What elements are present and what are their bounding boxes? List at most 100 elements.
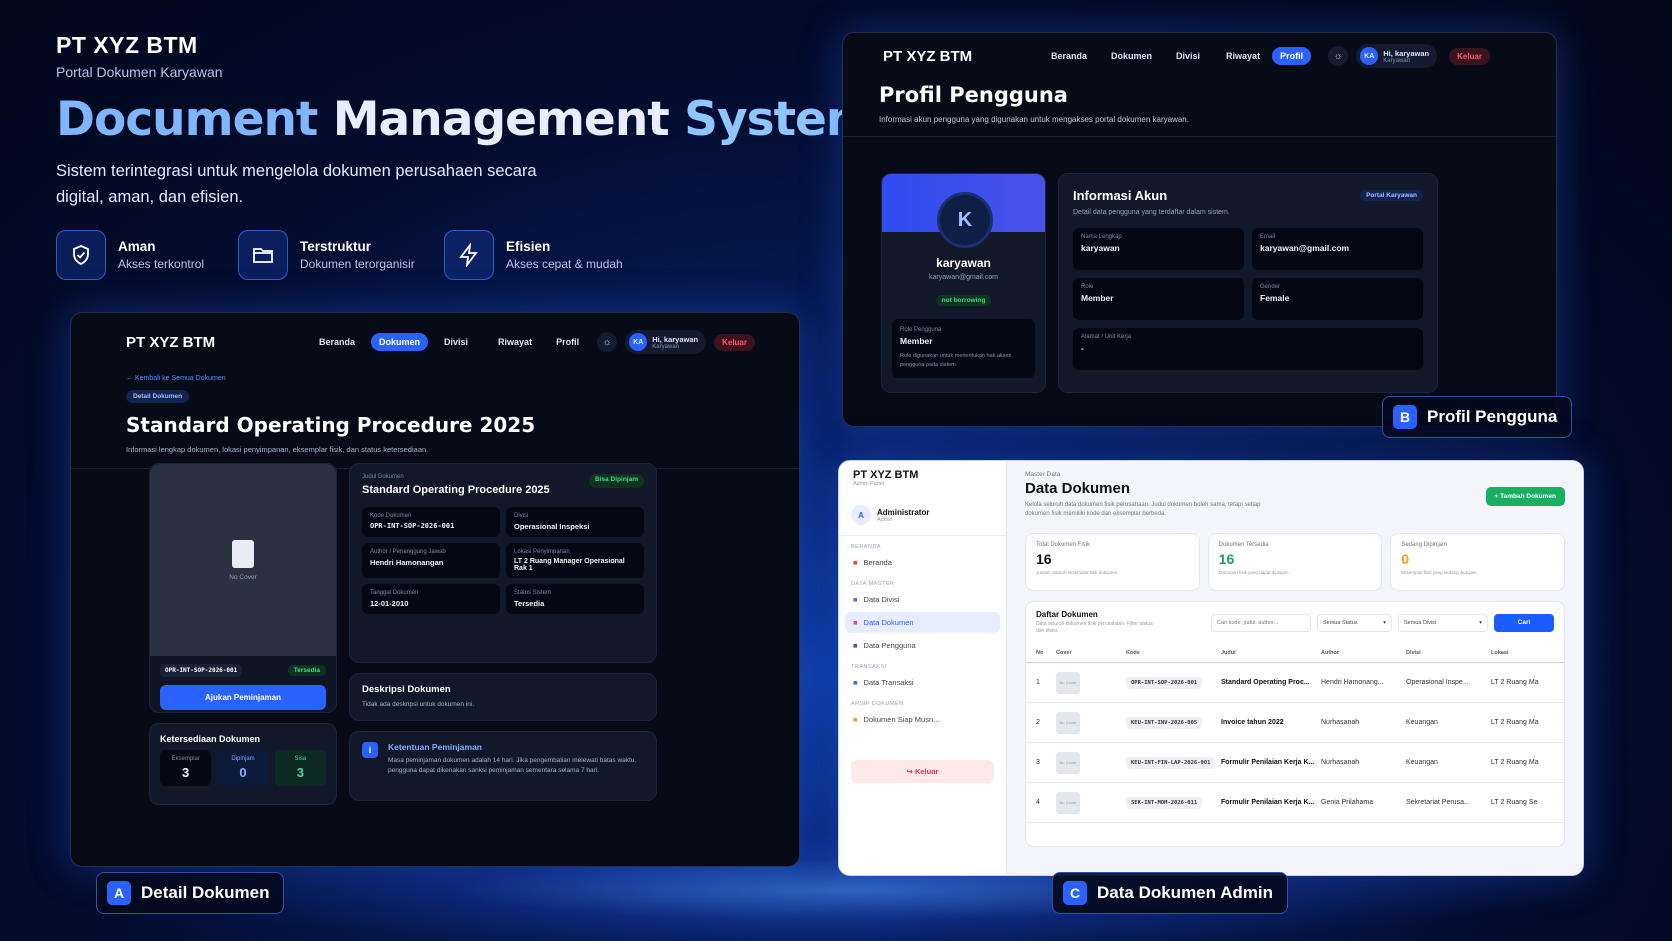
label-b: B Profil Pengguna (1382, 396, 1573, 438)
user-chip[interactable]: KA Hi, karyawan Karyawan (625, 330, 707, 354)
label-c: C Data Dokumen Admin (1052, 872, 1289, 914)
nav-beranda[interactable]: Beranda (1043, 47, 1095, 65)
table-row[interactable]: 2 No Cover KEU-INT-INV-2026-005 Invoice tah… (1026, 703, 1564, 743)
document-code: OPR-INT-SOP-2026-001 (160, 664, 243, 677)
nav-divisi[interactable]: Divisi (436, 333, 476, 351)
cover-card: No Cover OPR-INT-SOP-2026-001 Tersedia A… (149, 463, 337, 713)
user-chip[interactable]: KA Hi, karyawan Karyawan (1356, 44, 1438, 68)
page-subtitle: Informasi lengkap dokumen, lokasi penyim… (126, 445, 429, 454)
brand-name: PT XYZ BTM (56, 32, 198, 58)
field-tanggal: Tanggal Dokumen 12-01-2010 (362, 584, 500, 614)
nav-dokumen[interactable]: Dokumen (371, 333, 429, 351)
logo: PT XYZ BTM (883, 47, 973, 65)
lightning-icon (444, 230, 494, 280)
sidebar-item-data-dokumen[interactable]: ■ Data Dokumen (845, 612, 1000, 633)
field-kode: Kode Dokumen OPR-INT-SOP-2026-001 (362, 507, 500, 537)
role-box: Role Pengguna Member Role digunakan untu… (892, 319, 1035, 378)
top-nav: PT XYZ BTM Beranda Dokumen Divisi Riwaya… (843, 33, 1556, 79)
table-row[interactable]: 3 No Cover KEU-INT-FIN-LAP-2026-001 Formuli… (1026, 743, 1564, 783)
portal-badge: Portal Karyawan (1360, 190, 1423, 201)
folder-icon (238, 230, 288, 280)
theme-icon[interactable]: ☼ (597, 332, 618, 352)
info-icon: i (362, 742, 378, 758)
section-title: Informasi Akun (1073, 188, 1168, 203)
stat-tersedia: Dokumen Tersedia 16 Dokumen fisik yang dap… (1207, 533, 1383, 591)
field-status: Status Sistem Tersedia (506, 584, 644, 614)
admin-sidebar: PT XYZ BTM Admin Panel A Administrator Adm… (839, 461, 1007, 875)
feature-subtitle: Akses cepat & mudah (506, 257, 623, 271)
sidebar-item-beranda[interactable]: ■ Beranda (845, 552, 1000, 573)
search-input[interactable] (1211, 613, 1311, 632)
stat-dipinjam: Sedang Dipinjam 0 Eksemplar fisik yang sed… (1390, 533, 1566, 591)
add-document-button[interactable]: + Tambah Dokumen (1485, 487, 1565, 506)
sidebar-item-data-pengguna[interactable]: ■ Data Pengguna (845, 635, 1000, 656)
admin-main: Master Data Data Dokumen Kelola seluruh … (1025, 471, 1566, 847)
screen-profil-pengguna: PT XYZ BTM Beranda Dokumen Divisi Riwaya… (842, 32, 1557, 427)
status-badge: not borrowing (935, 295, 992, 306)
nav-divisi[interactable]: Divisi (1168, 47, 1208, 65)
logout-button[interactable]: Keluar (714, 333, 755, 351)
table-row[interactable]: 4 No Cover SEK-INT-MOM-2026-011 Formulir Pe… (1026, 783, 1564, 823)
feature-title: Aman (118, 239, 156, 254)
feature-terstruktur: Terstruktur Dokumen terorganisir (238, 230, 415, 280)
page-subtitle: Kelola seluruh data dokumen fisik perusa… (1025, 502, 1261, 517)
hero-title: Document Management System (56, 92, 875, 147)
borrow-button[interactable]: Ajukan Peminjaman (160, 685, 326, 710)
archive-icon: ■ (853, 715, 858, 724)
theme-icon[interactable]: ☼ (1328, 46, 1349, 66)
description-card: Deskripsi Dokumen Tidak ada deskripsi un… (349, 673, 657, 721)
nav-profil[interactable]: Profil (548, 333, 587, 351)
label-a: A Detail Dokumen (96, 872, 285, 914)
account-info-card: Informasi Akun Portal Karyawan Detail da… (1058, 173, 1438, 393)
stat-sisa: Sisa 3 (274, 750, 326, 786)
page-header: ← Kembali ke Semua Dokumen Detail Dokume… (71, 365, 799, 469)
profile-name: karyawan (936, 256, 991, 270)
field-nama: Nama Lengkap karyawan (1073, 228, 1244, 270)
division-filter[interactable]: Semua Divisi ▾ (1398, 613, 1488, 632)
field-role: Role Member (1073, 278, 1244, 320)
nav-riwayat[interactable]: Riwayat (490, 333, 540, 351)
page-badge: Detail Dokumen (126, 390, 190, 403)
field-lokasi: Lokasi Penyimpanan LT 2 Ruang Manager Ope… (506, 543, 644, 578)
status-filter[interactable]: Semua Status ▾ (1317, 613, 1392, 632)
document-table-card: Daftar Dokumen Data seluruh dokumen fisik… (1025, 601, 1565, 847)
logout-button[interactable]: ↪ Keluar (851, 760, 994, 783)
sidebar-item-data-transaksi[interactable]: ■ Data Transaksi (845, 672, 1000, 693)
chevron-down-icon: ▾ (1479, 619, 1482, 626)
feature-subtitle: Akses terkontrol (118, 257, 205, 271)
document-icon: ■ (853, 618, 858, 627)
stat-dipinjam: Dipinjam 0 (217, 750, 269, 786)
logout-button[interactable]: Keluar (1449, 47, 1490, 65)
admin-profile: A Administrator Admin (839, 495, 1006, 536)
transaction-icon: ■ (853, 678, 858, 687)
cover-placeholder: No Cover (150, 464, 336, 656)
brand-subtitle: Portal Dokumen Karyawan (56, 64, 223, 80)
nav-dokumen[interactable]: Dokumen (1103, 47, 1160, 65)
nav-riwayat[interactable]: Riwayat (1218, 47, 1268, 65)
screen-data-dokumen-admin: PT XYZ BTM Admin Panel A Administrator Adm… (838, 460, 1584, 876)
avatar: A (851, 505, 871, 525)
nav-profil[interactable]: Profil (1272, 47, 1312, 65)
table-row[interactable]: 1 No Cover OPR-INT-SOP-2026-001 Standard Op… (1026, 663, 1564, 703)
feature-efisien: Efisien Akses cepat & mudah (444, 230, 623, 280)
back-link[interactable]: ← Kembali ke Semua Dokumen (126, 375, 799, 382)
avatar: K (937, 192, 993, 248)
breadcrumb: Master Data (1025, 471, 1061, 478)
table-header: No Cover Kode Judul Author Divisi Lokasi (1026, 643, 1564, 663)
search-button[interactable]: Cari (1494, 613, 1554, 632)
document-info-card: Judul Dokumen Standard Operating Procedu… (349, 463, 657, 663)
page-title: Standard Operating Procedure 2025 (126, 413, 536, 437)
page-title: Profil Pengguna (879, 83, 1068, 107)
field-gender: Gender Female (1252, 278, 1423, 320)
feature-subtitle: Dokumen terorganisir (300, 257, 415, 271)
logout-icon: ↪ (906, 767, 916, 776)
page-title: Data Dokumen (1025, 480, 1131, 497)
sidebar-item-data-divisi[interactable]: ■ Data Divisi (845, 589, 1000, 610)
building-icon: ■ (853, 595, 858, 604)
borrowable-badge: Bisa Dipinjam (589, 474, 644, 488)
logo: PT XYZ BTM (853, 469, 919, 481)
sidebar-item-dokumen-musnah[interactable]: ■ Dokumen Siap Musn... (845, 709, 1000, 730)
profile-card: K karyawan karyawan@gmail.com not borrow… (881, 173, 1046, 393)
avatar: KA (629, 333, 648, 351)
nav-beranda[interactable]: Beranda (311, 333, 363, 351)
